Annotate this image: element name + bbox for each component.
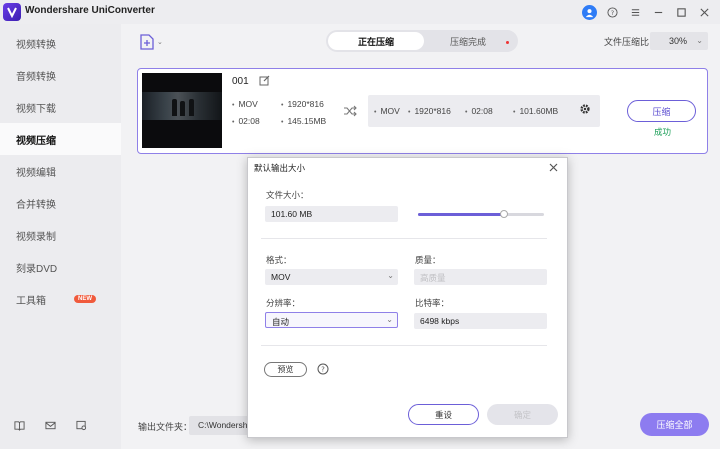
help-icon[interactable]: ? (317, 363, 329, 375)
target-settings[interactable]: MOV 1920*816 02:08 101.60MB (368, 95, 600, 127)
file-size-slider[interactable] (418, 210, 544, 218)
sidebar-item-audio-convert[interactable]: 音频转换 (0, 59, 121, 91)
chevron-down-icon: ⌄ (386, 315, 393, 324)
tab-compressing[interactable]: 正在压缩 (328, 32, 424, 50)
compress-button[interactable]: 压缩 (627, 100, 696, 122)
chevron-down-icon: ⌄ (696, 36, 703, 45)
compress-all-button[interactable]: 压缩全部 (640, 413, 709, 436)
sidebar: 视频转换 音频转换 视频下载 视频压缩 视频编辑 合并转换 视频录制 刻录DVD… (0, 24, 121, 449)
resolution-select[interactable]: 自动 ⌄ (265, 312, 398, 328)
source-format: MOV (232, 99, 257, 109)
book-icon[interactable] (12, 418, 26, 432)
output-size-dialog: 默认输出大小 文件大小： 101.60 MB 格式： MOV ⌄ 质量： 高质量… (247, 157, 568, 438)
format-label: 格式： (266, 255, 292, 265)
new-badge: NEW (74, 295, 96, 303)
reset-button[interactable]: 重设 (408, 404, 479, 425)
quality-label: 质量： (415, 255, 441, 265)
add-file-icon (140, 34, 154, 50)
sidebar-item-burn-dvd[interactable]: 刻录DVD (0, 251, 121, 283)
target-format: MOV (374, 106, 399, 116)
slider-handle[interactable] (499, 210, 508, 218)
title-bar: Wondershare UniConverter ? (0, 0, 720, 24)
menu-icon[interactable] (627, 4, 643, 20)
target-resolution: 1920*816 (408, 106, 450, 116)
compress-tabs: 正在压缩 压缩完成 (326, 30, 518, 52)
file-size-label: 文件大小： (266, 190, 309, 200)
status-success: 成功 (654, 127, 672, 137)
preview-button[interactable]: 预览 (264, 362, 307, 377)
app-title: Wondershare UniConverter (25, 5, 155, 16)
chevron-down-icon[interactable]: ⌄ (157, 38, 163, 46)
compression-ratio-select[interactable]: 30% ⌄ (650, 32, 708, 50)
output-folder-label: 输出文件夹： (138, 422, 193, 432)
svg-text:?: ? (321, 366, 325, 374)
close-icon[interactable] (548, 162, 559, 173)
target-duration: 02:08 (465, 106, 492, 116)
bitrate-label: 比特率： (415, 298, 450, 308)
sidebar-item-video-compress[interactable]: 视频压缩 (0, 123, 121, 155)
notification-dot (506, 41, 509, 44)
sidebar-item-video-download[interactable]: 视频下载 (0, 91, 121, 123)
tab-compressed[interactable]: 压缩完成 (420, 32, 516, 50)
chevron-down-icon: ⌄ (387, 271, 394, 280)
maximize-icon[interactable] (673, 4, 689, 20)
video-thumbnail[interactable] (142, 73, 222, 148)
ok-button[interactable]: 确定 (487, 404, 558, 425)
minimize-icon[interactable] (650, 4, 666, 20)
app-logo-icon (3, 3, 21, 21)
bitrate-field[interactable]: 6498 kbps (414, 313, 547, 329)
file-name: 001 (232, 76, 249, 87)
mail-icon[interactable] (43, 418, 57, 432)
format-select[interactable]: MOV ⌄ (265, 269, 398, 285)
slider-fill (418, 213, 504, 216)
add-file-button[interactable]: ⌄ (140, 33, 166, 51)
close-icon[interactable] (696, 4, 712, 20)
file-card: 001 MOV 1920*816 02:08 145.15MB MOV 1920… (137, 68, 708, 154)
sidebar-item-screen-record[interactable]: 视频录制 (0, 219, 121, 251)
dialog-title: 默认输出大小 (254, 163, 306, 173)
gear-icon[interactable] (579, 103, 591, 115)
sidebar-item-merge[interactable]: 合并转换 (0, 187, 121, 219)
quality-field: 高质量 (414, 269, 547, 285)
source-resolution: 1920*816 (281, 99, 323, 109)
sidebar-item-toolbox[interactable]: 工具箱 NEW (0, 283, 121, 315)
resolution-label: 分辨率： (266, 298, 301, 308)
source-size: 145.15MB (281, 116, 326, 126)
source-duration: 02:08 (232, 116, 259, 126)
sidebar-item-video-edit[interactable]: 视频编辑 (0, 155, 121, 187)
compression-ratio-label: 文件压缩比 (604, 37, 650, 47)
file-size-field[interactable]: 101.60 MB (265, 206, 398, 222)
target-size: 101.60MB (513, 106, 558, 116)
shuffle-icon (343, 105, 357, 117)
user-icon[interactable] (582, 4, 597, 20)
help-icon[interactable]: ? (604, 4, 620, 20)
sidebar-item-video-convert[interactable]: 视频转换 (0, 27, 121, 59)
feedback-icon[interactable] (74, 418, 88, 432)
svg-text:?: ? (610, 8, 613, 16)
edit-name-icon[interactable] (259, 75, 270, 86)
